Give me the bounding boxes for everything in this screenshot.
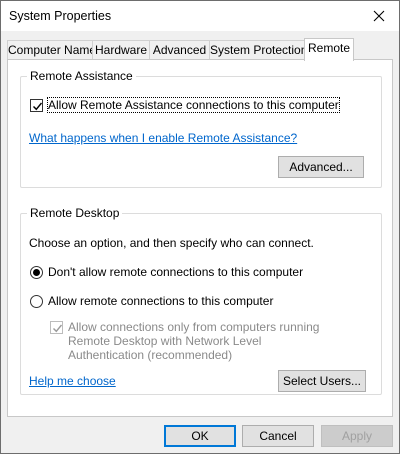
apply-button[interactable]: Apply (321, 425, 393, 447)
nla-label: Allow connections only from computers ru… (68, 320, 320, 362)
dont-allow-remote-radio[interactable] (30, 266, 43, 279)
tab-remote[interactable]: Remote (304, 38, 354, 61)
allow-remote-assistance-label[interactable]: Allow Remote Assistance connections to t… (47, 97, 340, 113)
title-bar: System Properties (1, 1, 399, 31)
tab-hardware[interactable]: Hardware (92, 40, 150, 60)
remote-desktop-instruction: Choose an option, and then specify who c… (29, 236, 314, 250)
ok-button[interactable]: OK (164, 425, 236, 447)
remote-tab-panel: Remote Assistance Allow Remote Assistanc… (7, 59, 393, 417)
remote-assistance-help-link[interactable]: What happens when I enable Remote Assist… (29, 131, 297, 145)
checkmark-icon (53, 324, 63, 333)
select-users-button[interactable]: Select Users... (278, 370, 366, 392)
tab-computer-name[interactable]: Computer Name (7, 40, 96, 60)
radio-selected-dot (33, 269, 40, 276)
remote-assistance-title: Remote Assistance (27, 69, 136, 83)
close-icon (373, 10, 385, 22)
tab-strip: Computer Name Hardware Advanced System P… (1, 38, 399, 61)
help-me-choose-link[interactable]: Help me choose (29, 374, 116, 388)
close-button[interactable] (359, 1, 399, 31)
remote-desktop-title: Remote Desktop (27, 206, 123, 220)
checkmark-icon (33, 102, 43, 111)
allow-remote-radio[interactable] (30, 295, 43, 308)
allow-remote-label[interactable]: Allow remote connections to this compute… (48, 294, 273, 308)
allow-remote-assistance-checkbox[interactable] (30, 99, 43, 112)
dont-allow-remote-label[interactable]: Don't allow remote connections to this c… (48, 265, 303, 279)
tab-system-protection[interactable]: System Protection (209, 40, 307, 60)
remote-desktop-group: Remote Desktop Choose an option, and the… (20, 206, 382, 395)
cancel-button[interactable]: Cancel (242, 425, 314, 447)
system-properties-window: System Properties Computer Name Hardware… (0, 0, 400, 454)
tab-advanced[interactable]: Advanced (149, 40, 210, 60)
advanced-button[interactable]: Advanced... (278, 156, 364, 178)
window-title: System Properties (9, 9, 112, 23)
nla-checkbox[interactable] (50, 321, 63, 334)
remote-assistance-group: Remote Assistance Allow Remote Assistanc… (20, 69, 382, 188)
